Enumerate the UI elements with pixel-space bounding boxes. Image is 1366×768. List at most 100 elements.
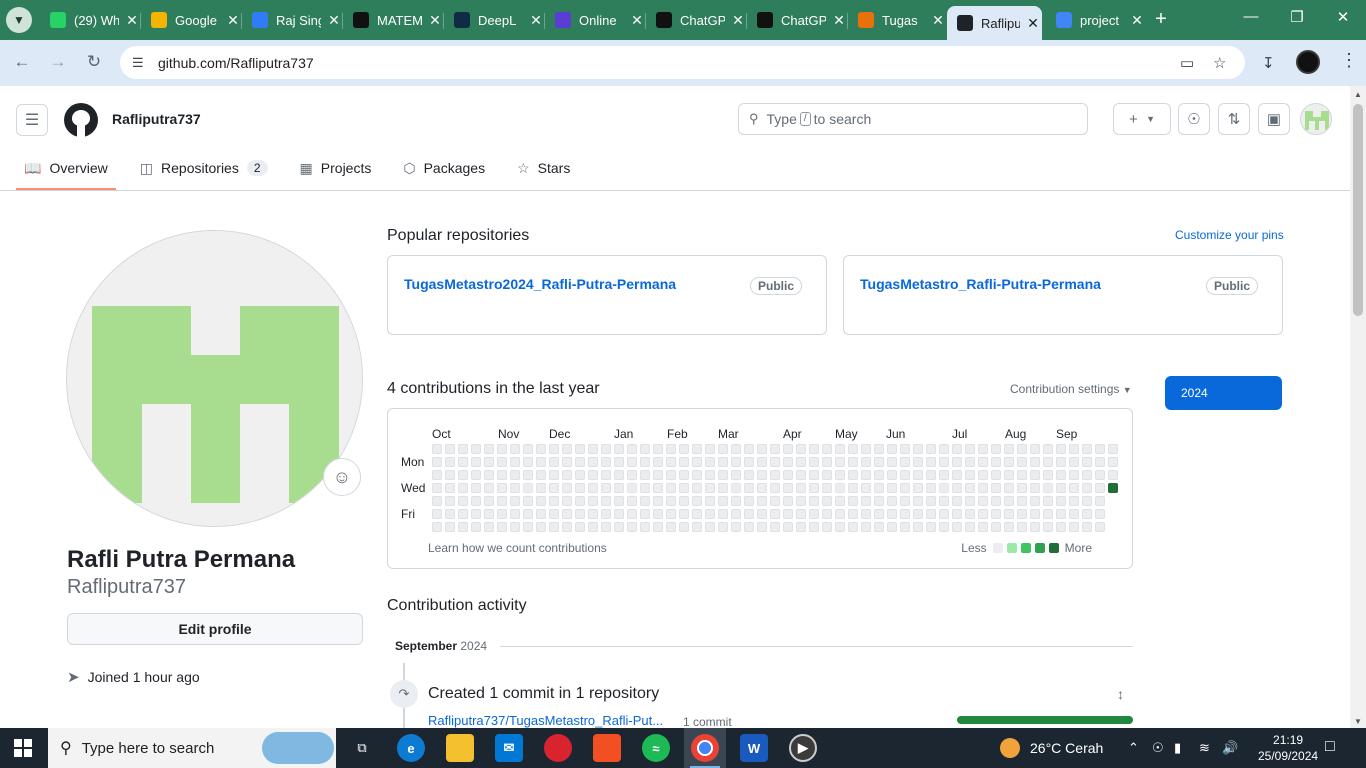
- contribution-day-cell[interactable]: [601, 483, 611, 493]
- contribution-day-cell[interactable]: [991, 522, 1001, 532]
- contribution-day-cell[interactable]: [1069, 457, 1079, 467]
- contribution-day-cell[interactable]: [614, 509, 624, 519]
- contribution-day-cell[interactable]: [887, 522, 897, 532]
- contribution-day-cell[interactable]: [809, 457, 819, 467]
- contribution-day-cell[interactable]: [458, 470, 468, 480]
- tab-repositories[interactable]: ◫ Repositories 2: [132, 148, 276, 188]
- contribution-day-cell[interactable]: [1082, 522, 1092, 532]
- contribution-day-cell[interactable]: [757, 509, 767, 519]
- contribution-day-cell[interactable]: [1095, 496, 1105, 506]
- contribution-day-cell[interactable]: [900, 470, 910, 480]
- close-tab-icon[interactable]: ✕: [325, 12, 343, 29]
- contribution-day-cell[interactable]: [848, 522, 858, 532]
- contribution-day-cell[interactable]: [510, 496, 520, 506]
- contribution-day-cell[interactable]: [653, 470, 663, 480]
- address-bar[interactable]: ☰ github.com/Rafliputra737: [120, 46, 1245, 79]
- contribution-day-cell[interactable]: [1095, 457, 1105, 467]
- browser-tab[interactable]: Rafliputra737✕: [947, 6, 1042, 40]
- contribution-day-cell[interactable]: [1043, 496, 1053, 506]
- mail-icon[interactable]: ✉: [495, 734, 523, 762]
- contribution-day-cell[interactable]: [536, 457, 546, 467]
- contribution-day-cell[interactable]: [432, 522, 442, 532]
- contribution-day-cell[interactable]: [900, 483, 910, 493]
- contribution-day-cell[interactable]: [874, 470, 884, 480]
- contribution-day-cell[interactable]: [510, 483, 520, 493]
- contribution-day-cell[interactable]: [770, 444, 780, 454]
- contribution-day-cell[interactable]: [692, 522, 702, 532]
- contribution-day-cell[interactable]: [679, 509, 689, 519]
- contribution-day-cell[interactable]: [666, 522, 676, 532]
- contribution-day-cell[interactable]: [562, 470, 572, 480]
- close-tab-icon[interactable]: ✕: [729, 12, 747, 29]
- contribution-day-cell[interactable]: [744, 496, 754, 506]
- browser-tab[interactable]: Google Slides✕: [141, 6, 242, 34]
- contribution-day-cell[interactable]: [679, 470, 689, 480]
- contribution-day-cell[interactable]: [497, 444, 507, 454]
- contribution-day-cell[interactable]: [1056, 470, 1066, 480]
- contribution-day-cell[interactable]: [549, 470, 559, 480]
- contribution-day-cell[interactable]: [718, 509, 728, 519]
- contribution-day-cell[interactable]: [731, 522, 741, 532]
- contribution-day-cell[interactable]: [757, 444, 767, 454]
- contribution-day-cell[interactable]: [588, 444, 598, 454]
- contribution-day-cell[interactable]: [445, 522, 455, 532]
- contribution-day-cell[interactable]: [913, 483, 923, 493]
- contribution-day-cell[interactable]: [965, 444, 975, 454]
- contribution-day-cell[interactable]: [1082, 470, 1092, 480]
- contribution-day-cell[interactable]: [809, 483, 819, 493]
- contribution-day-cell[interactable]: [692, 457, 702, 467]
- contribution-day-cell[interactable]: [965, 496, 975, 506]
- contribution-day-cell[interactable]: [510, 444, 520, 454]
- github-logo-icon[interactable]: [64, 103, 98, 137]
- contribution-day-cell[interactable]: [653, 496, 663, 506]
- contribution-day-cell[interactable]: [614, 522, 624, 532]
- contribution-day-cell[interactable]: [523, 522, 533, 532]
- url-text[interactable]: github.com/Rafliputra737: [158, 55, 314, 71]
- system-clock[interactable]: 21:19 25/09/2024: [1258, 732, 1318, 764]
- media-player-icon[interactable]: ▶: [789, 734, 817, 762]
- contribution-day-cell[interactable]: [796, 496, 806, 506]
- tab-stars[interactable]: ☆ Stars: [509, 148, 578, 188]
- contribution-day-cell[interactable]: [1069, 470, 1079, 480]
- contribution-day-cell[interactable]: [549, 509, 559, 519]
- search-input[interactable]: ⚲ Type / to search: [738, 103, 1088, 135]
- contribution-day-cell[interactable]: [796, 483, 806, 493]
- browser-tab[interactable]: (29) WhatsApp✕: [40, 6, 141, 34]
- contribution-day-cell[interactable]: [874, 522, 884, 532]
- contribution-day-cell[interactable]: [601, 470, 611, 480]
- contribution-day-cell[interactable]: [497, 483, 507, 493]
- contribution-day-cell[interactable]: [1030, 509, 1040, 519]
- contribution-day-cell[interactable]: [627, 444, 637, 454]
- contribution-day-cell[interactable]: [484, 483, 494, 493]
- contribution-day-cell[interactable]: [770, 509, 780, 519]
- contribution-day-cell[interactable]: [796, 457, 806, 467]
- contribution-day-cell[interactable]: [432, 444, 442, 454]
- weather-widget[interactable]: 26°C Cerah: [1000, 738, 1103, 758]
- contribution-day-cell[interactable]: [744, 522, 754, 532]
- contribution-day-cell[interactable]: [731, 496, 741, 506]
- contribution-day-cell[interactable]: [731, 470, 741, 480]
- contribution-day-cell[interactable]: [536, 470, 546, 480]
- contribution-day-cell[interactable]: [458, 522, 468, 532]
- contribution-day-cell[interactable]: [1056, 496, 1066, 506]
- contribution-day-cell[interactable]: [575, 483, 585, 493]
- close-tab-icon[interactable]: ✕: [426, 12, 444, 29]
- contribution-day-cell[interactable]: [887, 457, 897, 467]
- contribution-day-cell[interactable]: [835, 457, 845, 467]
- activity-commit-count[interactable]: 1 commit: [683, 715, 732, 729]
- contribution-day-cell[interactable]: [861, 457, 871, 467]
- contribution-day-cell[interactable]: [1017, 444, 1027, 454]
- install-app-icon[interactable]: ▭: [1180, 54, 1194, 72]
- contribution-day-cell[interactable]: [822, 457, 832, 467]
- contribution-day-cell[interactable]: [913, 509, 923, 519]
- contribution-day-cell[interactable]: [1069, 496, 1079, 506]
- contribution-day-cell[interactable]: [1030, 522, 1040, 532]
- contribution-day-cell[interactable]: [1095, 522, 1105, 532]
- contribution-day-cell[interactable]: [783, 509, 793, 519]
- contribution-day-cell[interactable]: [731, 509, 741, 519]
- contribution-day-cell[interactable]: [900, 496, 910, 506]
- create-new-button[interactable]: + ▼: [1113, 103, 1171, 135]
- contribution-day-cell[interactable]: [497, 470, 507, 480]
- contribution-day-cell[interactable]: [1056, 522, 1066, 532]
- contribution-day-cell[interactable]: [432, 496, 442, 506]
